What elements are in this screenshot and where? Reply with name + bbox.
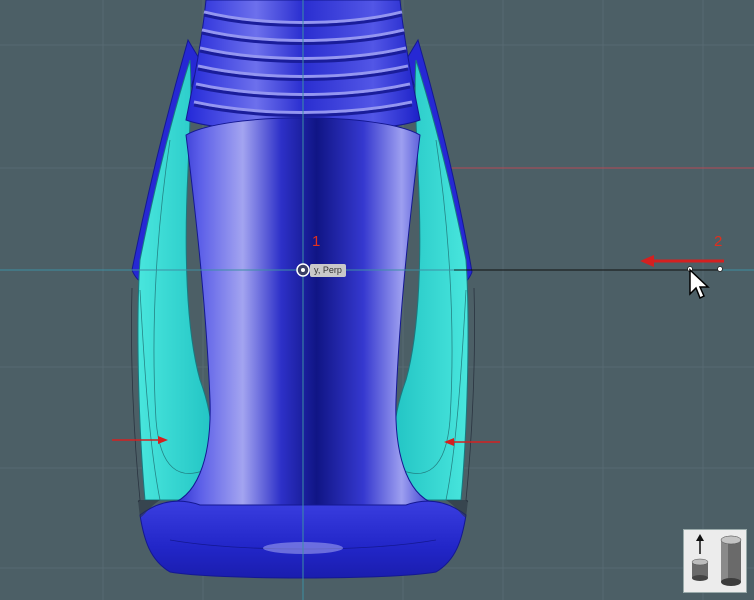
direction-arrow-right-panel bbox=[444, 438, 500, 446]
label-point-1: 1 bbox=[312, 233, 321, 250]
direction-arrow-2 bbox=[640, 255, 724, 267]
arrow-cursor-icon bbox=[689, 268, 710, 300]
3d-viewport[interactable] bbox=[0, 0, 754, 600]
snap-label: y, Perp bbox=[310, 264, 346, 277]
drag-end-point[interactable] bbox=[717, 266, 723, 272]
direction-arrow-left-panel bbox=[112, 436, 168, 444]
label-point-2: 2 bbox=[714, 233, 723, 250]
extrude-direction-icon[interactable] bbox=[683, 529, 747, 593]
snap-target-icon[interactable] bbox=[296, 263, 310, 277]
